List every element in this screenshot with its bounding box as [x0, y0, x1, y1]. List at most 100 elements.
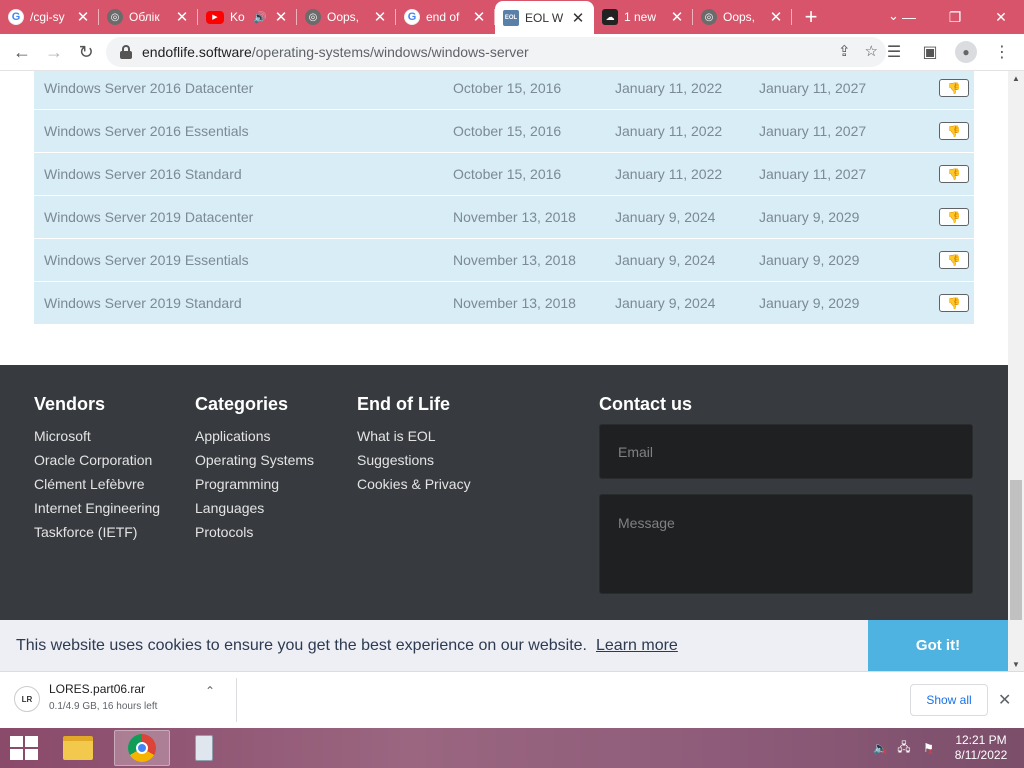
- tab-2[interactable]: ▶ Ko 🔊 ✕: [198, 0, 297, 34]
- scroll-down-arrow-icon[interactable]: ▼: [1008, 657, 1024, 671]
- footer-link[interactable]: Operating Systems: [195, 448, 314, 472]
- footer-link[interactable]: Microsoft: [34, 424, 160, 448]
- windows-start-icon[interactable]: [6, 734, 40, 762]
- youtube-icon: ▶: [206, 10, 224, 24]
- star-icon[interactable]: ☆: [865, 42, 878, 60]
- footer-link[interactable]: Applications: [195, 424, 314, 448]
- tab-3[interactable]: ◎ Oops, ✕: [297, 0, 396, 34]
- close-icon[interactable]: ✕: [669, 8, 685, 26]
- footer-link[interactable]: Clément Lefèbvre: [34, 472, 160, 496]
- device-icon: [195, 735, 213, 761]
- footer-link[interactable]: Cookies & Privacy: [357, 472, 471, 496]
- end-of-support-date: January 11, 2022: [615, 166, 723, 182]
- footer-vendors: Vendors Microsoft Oracle Corporation Clé…: [34, 394, 160, 544]
- dislike-button[interactable]: 👎: [939, 122, 969, 140]
- rar-file-icon: LR: [14, 686, 40, 712]
- close-icon[interactable]: ✕: [75, 8, 91, 26]
- dislike-button[interactable]: 👎: [939, 208, 969, 226]
- address-bar[interactable]: endoflife.software/operating-systems/win…: [106, 37, 886, 67]
- footer-heading: Vendors: [34, 394, 106, 414]
- end-of-support-date: January 9, 2024: [615, 252, 716, 268]
- message-field[interactable]: [599, 494, 973, 594]
- volume-muted-icon[interactable]: 🔈 x: [872, 740, 888, 756]
- end-of-life-date: January 11, 2027: [759, 123, 867, 139]
- profile-button[interactable]: ●: [950, 36, 982, 68]
- url-host: endoflife.software: [142, 44, 252, 60]
- download-shelf: LR LORES.part06.rar 0.1/4.9 GB, 16 hours…: [0, 671, 1024, 728]
- close-window-icon[interactable]: ✕: [978, 0, 1024, 34]
- learn-more-link[interactable]: Learn more: [596, 637, 678, 655]
- close-icon[interactable]: ✕: [372, 8, 388, 26]
- download-item[interactable]: LR LORES.part06.rar 0.1/4.9 GB, 16 hours…: [14, 682, 236, 726]
- close-icon[interactable]: ✕: [174, 8, 190, 26]
- dislike-button[interactable]: 👎: [939, 165, 969, 183]
- share-icon[interactable]: ⇪: [838, 42, 851, 60]
- tab-6[interactable]: ☁ 1 new ✕: [594, 0, 693, 34]
- file-explorer-button[interactable]: [50, 730, 106, 766]
- speaker-icon[interactable]: 🔊: [253, 11, 267, 24]
- tab-title: /cgi-sy: [30, 10, 65, 24]
- footer-categories: Categories Applications Operating System…: [195, 394, 314, 544]
- new-tab-button[interactable]: +: [796, 0, 826, 34]
- end-of-support-date: January 9, 2024: [615, 209, 716, 225]
- tab-title: 1 new: [624, 10, 657, 24]
- network-icon[interactable]: 🖧: [896, 740, 912, 756]
- footer-link[interactable]: What is EOL: [357, 424, 471, 448]
- footer-link[interactable]: Suggestions: [357, 448, 471, 472]
- tab-5-active[interactable]: EOL EOL W ✕: [495, 1, 594, 34]
- product-name: Windows Server 2019 Datacenter: [44, 209, 254, 225]
- more-menu-icon[interactable]: ⋮: [986, 36, 1018, 68]
- accept-cookies-button[interactable]: Got it!: [868, 620, 1008, 671]
- scroll-up-arrow-icon[interactable]: ▲: [1008, 71, 1024, 85]
- thumbs-down-icon: 👎: [947, 168, 961, 181]
- scroll-thumb[interactable]: [1010, 480, 1022, 620]
- page-scrollbar[interactable]: ▲ ▼: [1008, 71, 1024, 671]
- table-row: Windows Server 2016 Datacenter October 1…: [34, 71, 974, 110]
- footer-link[interactable]: Protocols: [195, 520, 314, 544]
- system-tray: 🔈 x 🖧 ⚑ x: [872, 740, 936, 757]
- tab-4[interactable]: G end of ✕: [396, 0, 495, 34]
- chrome-taskbar-button[interactable]: [114, 730, 170, 766]
- close-icon[interactable]: ✕: [768, 8, 784, 26]
- tab-title: Ko: [230, 10, 245, 24]
- tab-1[interactable]: ◎ Облік ✕: [99, 0, 198, 34]
- browser-toolbar: ← → ↻ endoflife.software/operating-syste…: [0, 34, 1024, 71]
- back-arrow-icon[interactable]: ←: [6, 36, 38, 68]
- lock-icon[interactable]: [120, 45, 132, 59]
- dislike-button[interactable]: 👎: [939, 79, 969, 97]
- footer-link[interactable]: Oracle Corporation: [34, 448, 160, 472]
- forward-arrow-icon[interactable]: →: [38, 36, 70, 68]
- footer-link[interactable]: Taskforce (IETF): [34, 520, 160, 544]
- avatar: ●: [955, 41, 977, 63]
- dislike-button[interactable]: 👎: [939, 251, 969, 269]
- footer-link[interactable]: Internet Engineering: [34, 496, 160, 520]
- restore-icon[interactable]: ❐: [932, 0, 978, 34]
- show-all-button[interactable]: Show all: [910, 684, 988, 716]
- release-date: October 15, 2016: [453, 166, 562, 182]
- tab-0[interactable]: G /cgi-sy ✕: [0, 0, 99, 34]
- close-icon[interactable]: ✕: [273, 8, 289, 26]
- footer-link[interactable]: Languages: [195, 496, 314, 520]
- minimize-icon[interactable]: —: [886, 0, 932, 34]
- release-date: November 13, 2018: [453, 252, 576, 268]
- release-date: October 15, 2016: [453, 80, 562, 96]
- tab-title: Oops,: [327, 10, 360, 24]
- chevron-up-icon[interactable]: ⌃: [205, 684, 215, 698]
- side-panel-icon[interactable]: ▣: [914, 36, 946, 68]
- dislike-button[interactable]: 👎: [939, 294, 969, 312]
- tab-7[interactable]: ◎ Oops, ✕: [693, 0, 792, 34]
- close-icon[interactable]: ✕: [471, 8, 487, 26]
- device-taskbar-button[interactable]: [176, 730, 232, 766]
- footer-heading: End of Life: [357, 394, 450, 414]
- tab-strip: G /cgi-sy ✕ ◎ Облік ✕ ▶ Ko 🔊 ✕ ◎ Oops, ✕…: [0, 0, 1024, 34]
- system-clock[interactable]: 12:21 PM 8/11/2022: [950, 733, 1012, 763]
- close-icon[interactable]: ✕: [570, 9, 586, 27]
- close-icon[interactable]: ✕: [998, 690, 1011, 710]
- cookie-banner: This website uses cookies to ensure you …: [0, 620, 1008, 671]
- reload-icon[interactable]: ↻: [70, 36, 102, 68]
- footer-link[interactable]: Programming: [195, 472, 314, 496]
- action-center-icon[interactable]: ⚑ x: [920, 740, 936, 756]
- email-field[interactable]: [599, 424, 973, 479]
- reading-list-icon[interactable]: ☰: [878, 36, 910, 68]
- footer-heading: Categories: [195, 394, 289, 414]
